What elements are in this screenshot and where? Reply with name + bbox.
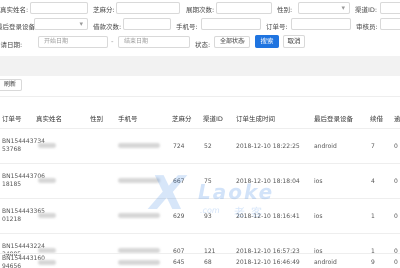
sesame-cell: 724	[173, 143, 185, 150]
overdue-cell: 0	[394, 178, 398, 185]
gender-label: 性别:	[277, 6, 293, 14]
sesame-cell: 667	[173, 178, 185, 185]
channel-cell: 52	[204, 143, 212, 150]
time-cell: 2018-12-10 16:46:49	[236, 259, 300, 266]
renew-cell: 7	[371, 143, 375, 150]
real-name-input[interactable]	[30, 2, 88, 14]
table-toolbar: 刷新	[0, 76, 400, 96]
col-overdue[interactable]: 逾	[394, 113, 400, 123]
phone-redacted	[118, 178, 160, 183]
channel-id-label: 渠道ID:	[355, 6, 378, 14]
gender-select[interactable]	[298, 2, 350, 14]
device-cell: android	[314, 259, 337, 266]
borrow-count-label: 借款次数:	[93, 23, 122, 31]
table-row[interactable]: BN154443706 18185 667 75 2018-12-10 18:18…	[0, 163, 400, 198]
real-name-label: 真实姓名:	[0, 6, 29, 14]
order-no-input[interactable]	[291, 18, 351, 30]
table-header: 订单号 真实姓名 性别 手机号 芝麻分 渠道ID 订单生成时间 最后登录设备 续…	[0, 106, 400, 128]
table-row[interactable]: BN154443160 94656 645 68 2018-12-10 16:46…	[0, 253, 400, 268]
real-name-redacted	[38, 178, 56, 183]
col-phone[interactable]: 手机号	[118, 113, 138, 123]
phone-label: 手机号:	[176, 23, 198, 31]
follow-count-label: 展期次数:	[186, 6, 215, 14]
last-device-label: 最后登录设备:	[0, 23, 38, 31]
create-date-label: 申请日期:	[0, 41, 23, 49]
phone-redacted	[118, 213, 160, 218]
real-name-redacted	[38, 213, 56, 218]
renew-cell: 9	[371, 259, 375, 266]
col-order-time[interactable]: 订单生成时间	[236, 113, 275, 123]
time-cell: 2018-12-10 18:22:25	[236, 143, 300, 150]
sesame-input[interactable]	[116, 2, 180, 14]
channel-id-input[interactable]	[380, 2, 400, 14]
overdue-cell: 0	[394, 259, 398, 266]
date-range-separator: -	[111, 38, 114, 46]
refresh-button[interactable]: 刷新	[0, 79, 22, 91]
last-device-select[interactable]	[34, 18, 88, 30]
borrow-count-input[interactable]	[123, 18, 171, 30]
cancel-button[interactable]: 取消	[283, 35, 305, 48]
toolbar-divider	[0, 96, 400, 97]
channel-cell: 93	[204, 213, 212, 220]
order-no-label: 订单号:	[266, 23, 288, 31]
phone-input[interactable]	[201, 18, 261, 30]
col-real-name[interactable]: 真实姓名	[36, 113, 62, 123]
filter-panel: 真实姓名: 芝麻分: 展期次数: 性别: 渠道ID: 最后登录设备: 借款次数:…	[0, 0, 400, 56]
start-date-input[interactable]: 开始日期	[38, 36, 108, 48]
sesame-cell: 645	[173, 259, 185, 266]
reviewer-label: 审核员:	[356, 23, 378, 31]
device-cell: android	[314, 143, 337, 150]
renew-cell: 4	[371, 178, 375, 185]
real-name-redacted	[38, 260, 56, 265]
device-cell: ios	[314, 178, 323, 185]
search-button[interactable]: 搜索	[255, 35, 279, 48]
col-order-no[interactable]: 订单号	[2, 113, 22, 123]
section-spacer	[0, 56, 400, 76]
channel-cell: 75	[204, 178, 212, 185]
follow-count-input[interactable]	[216, 2, 272, 14]
real-name-redacted	[38, 143, 56, 148]
phone-redacted	[118, 260, 160, 265]
col-channel-id[interactable]: 渠道ID	[203, 113, 223, 123]
renew-cell: 1	[371, 213, 375, 220]
overdue-cell: 0	[394, 213, 398, 220]
col-gender[interactable]: 性别	[90, 113, 103, 123]
sesame-cell: 629	[173, 213, 185, 220]
phone-redacted	[118, 143, 160, 148]
time-cell: 2018-12-10 18:18:04	[236, 178, 300, 185]
col-renew[interactable]: 续借	[370, 113, 383, 123]
status-select[interactable]: 全部状态	[214, 36, 250, 48]
col-sesame[interactable]: 芝麻分	[172, 113, 192, 123]
table-row[interactable]: BN154443365 01218 629 93 2018-12-10 18:16…	[0, 198, 400, 233]
end-date-input[interactable]: 结束日期	[118, 36, 190, 48]
device-cell: ios	[314, 213, 323, 220]
overdue-cell: 0	[394, 143, 398, 150]
channel-cell: 68	[204, 259, 212, 266]
sesame-label: 芝麻分:	[93, 6, 115, 14]
status-label: 状态:	[195, 41, 211, 49]
time-cell: 2018-12-10 18:16:41	[236, 213, 300, 220]
col-last-device[interactable]: 最后登录设备	[314, 113, 353, 123]
reviewer-input[interactable]	[380, 18, 400, 30]
table-row[interactable]: BN154443734 53768 724 52 2018-12-10 18:22…	[0, 128, 400, 163]
